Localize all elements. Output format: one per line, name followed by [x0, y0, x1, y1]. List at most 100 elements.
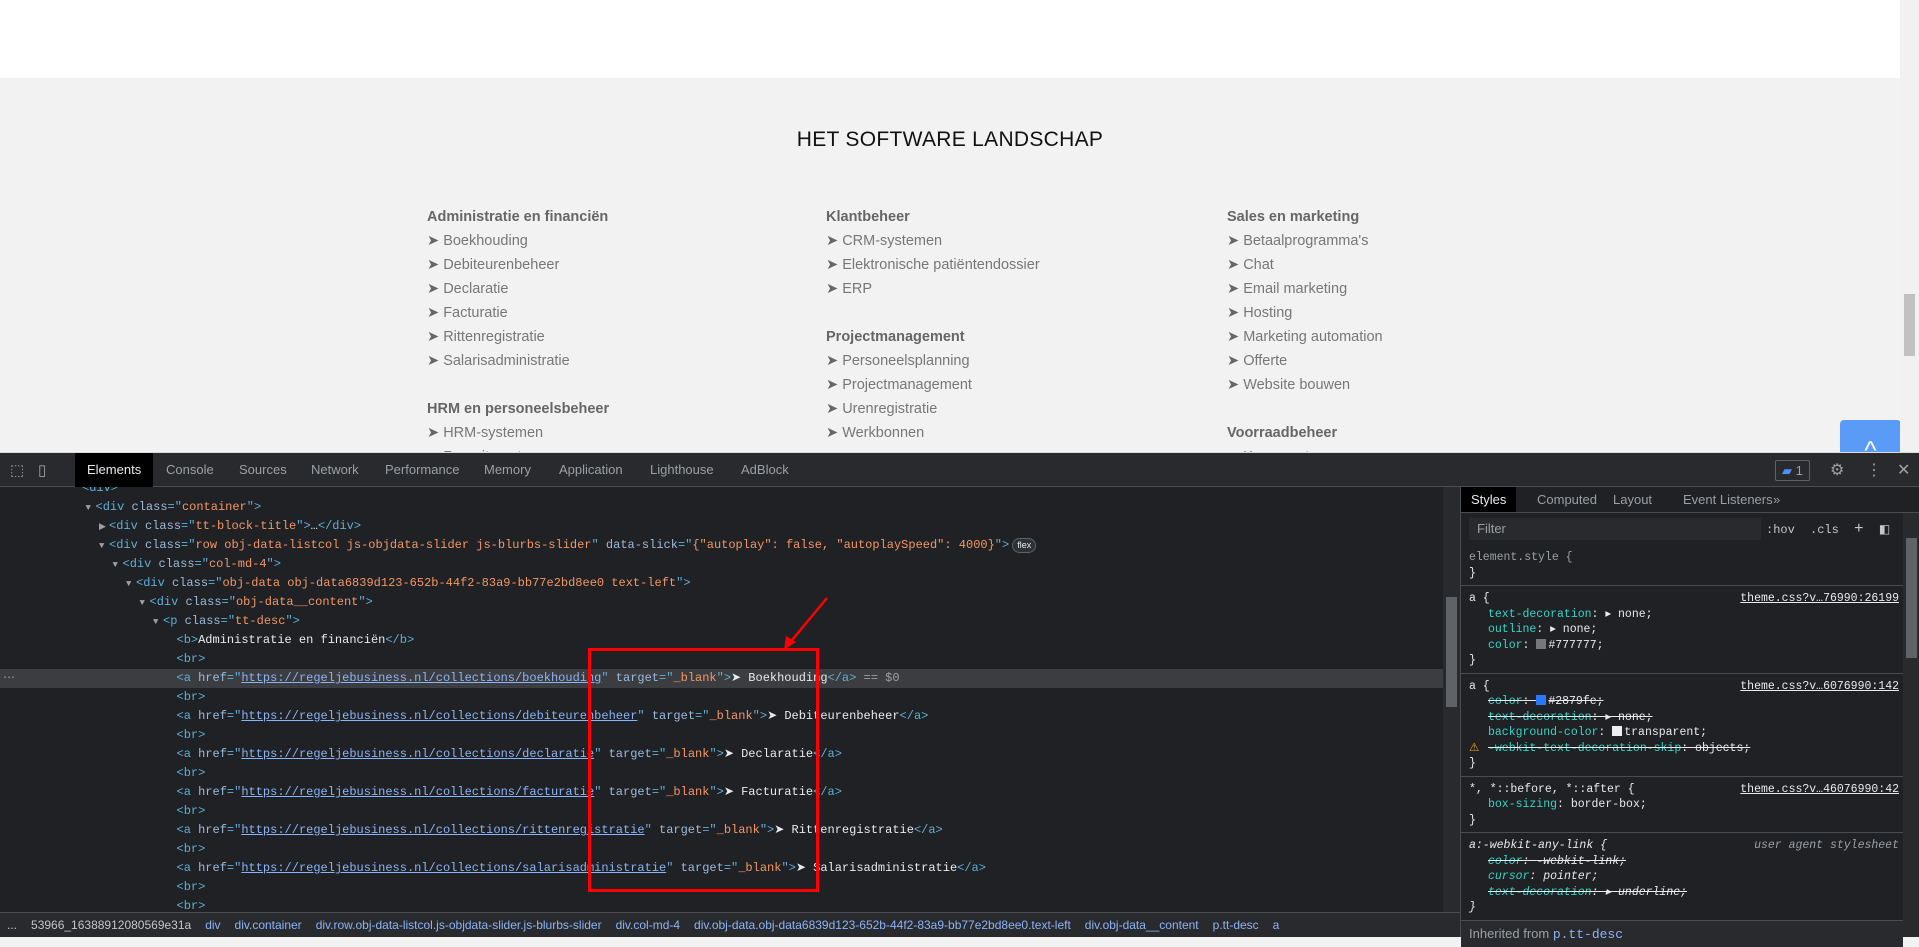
category-link[interactable]: ➤ Declaratie — [427, 277, 807, 301]
styles-tab-0[interactable]: Styles — [1461, 487, 1516, 512]
close-devtools-icon[interactable]: ✕ — [1897, 460, 1910, 481]
breadcrumb-item[interactable]: ... — [7, 918, 17, 932]
dom-href-link[interactable]: https://regeljebusiness.nl/collections/d… — [241, 747, 594, 761]
tab-adblock[interactable]: AdBlock — [729, 453, 801, 487]
dom-href-link[interactable]: https://regeljebusiness.nl/collections/b… — [241, 671, 601, 685]
color-swatch[interactable] — [1536, 639, 1546, 649]
prop-value[interactable]: none; — [1563, 623, 1598, 636]
dom-node-line[interactable]: ▼<div class="row obj-data-listcol js-obj… — [0, 536, 1443, 555]
hov-toggle[interactable]: :hov — [1766, 523, 1795, 537]
inherited-selector[interactable]: p.tt-desc — [1553, 927, 1623, 942]
rule-source-link[interactable]: theme.css?v…76990:26199 — [1740, 591, 1899, 607]
elements-scrollbar-thumb[interactable] — [1446, 597, 1457, 707]
cls-toggle[interactable]: .cls — [1810, 523, 1839, 537]
prop-value[interactable]: none; — [1618, 608, 1653, 621]
category-link[interactable]: ➤ Rittenregistratie — [427, 325, 807, 349]
page-scrollbar[interactable] — [1900, 0, 1919, 452]
breadcrumb-item[interactable]: a — [1273, 918, 1280, 932]
rule-source-link[interactable]: theme.css?v…46076990:42 — [1740, 782, 1899, 798]
dom-href-link[interactable]: https://regeljebusiness.nl/collections/f… — [241, 785, 594, 799]
dom-node-line[interactable]: ▶<div class="tt-block-title">…</div> — [0, 517, 1443, 536]
expand-toggle-icon[interactable]: ▼ — [153, 613, 163, 632]
category-link[interactable]: ➤ Offerte — [1227, 349, 1607, 373]
dom-node-line[interactable]: <br> — [0, 897, 1443, 912]
dom-href-link[interactable]: https://regeljebusiness.nl/collections/d… — [241, 709, 637, 723]
breadcrumb-item[interactable]: div.col-md-4 — [616, 918, 680, 932]
settings-gear-icon[interactable]: ⚙ — [1830, 460, 1844, 481]
styles-tab-1[interactable]: Computed — [1527, 487, 1607, 512]
prop-name[interactable]: text-decoration — [1488, 711, 1592, 724]
breadcrumb-item[interactable]: div.container — [235, 918, 302, 932]
dom-node-line[interactable]: ▼<div class="col-md-4"> — [0, 555, 1443, 574]
tab-memory[interactable]: Memory — [472, 453, 543, 487]
expand-toggle-icon[interactable]: ▼ — [86, 499, 96, 518]
category-link[interactable]: ➤ Marketing automation — [1227, 325, 1607, 349]
tab-lighthouse[interactable]: Lighthouse — [638, 453, 726, 487]
color-swatch[interactable] — [1536, 695, 1546, 705]
dom-node-line[interactable]: ▼<div class="obj-data obj-data6839d123-6… — [0, 574, 1443, 593]
category-link[interactable]: ➤ Kassasystemen — [1227, 445, 1607, 452]
category-link[interactable]: ➤ Urenregistratie — [826, 397, 1206, 421]
device-toolbar-icon[interactable]: ▯ — [38, 461, 46, 479]
tab-network[interactable]: Network — [299, 453, 371, 487]
tab-sources[interactable]: Sources — [227, 453, 299, 487]
category-link[interactable]: ➤ Salarisadministratie — [427, 349, 807, 373]
category-link[interactable]: ➤ Werkbonnen — [826, 421, 1206, 445]
prop-value[interactable]: border-box; — [1571, 798, 1647, 811]
category-link[interactable]: ➤ Projectmanagement — [826, 373, 1206, 397]
more-actions-icon[interactable]: ⋯ — [3, 669, 15, 688]
category-link[interactable]: ➤ Recruitment — [427, 445, 807, 452]
prop-value[interactable]: #2879fe; — [1548, 695, 1603, 708]
expand-toggle-icon[interactable]: ▼ — [126, 575, 136, 594]
category-link[interactable]: ➤ Debiteurenbeheer — [427, 253, 807, 277]
category-link[interactable]: ➤ Elektronische patiëntendossier — [826, 253, 1206, 277]
dom-node-line[interactable]: <div> — [0, 487, 1443, 498]
tab-console[interactable]: Console — [154, 453, 226, 487]
prop-name[interactable]: outline — [1488, 623, 1536, 636]
breadcrumb-item[interactable]: div — [205, 918, 220, 932]
dom-node-line[interactable]: ▼<div class="container"> — [0, 498, 1443, 517]
flex-badge[interactable]: flex — [1012, 538, 1036, 553]
more-options-icon[interactable]: ⋮ — [1866, 460, 1882, 481]
expand-toggle-icon[interactable]: ▼ — [140, 594, 150, 613]
breadcrumb-item[interactable]: 53966_16388912080569e31a — [31, 918, 191, 932]
prop-value[interactable]: transparent; — [1624, 726, 1707, 739]
elements-scrollbar[interactable] — [1443, 487, 1460, 912]
breadcrumb-item[interactable]: p.tt-desc — [1213, 918, 1259, 932]
toggle-sidebar-icon[interactable]: ◧ — [1879, 523, 1890, 537]
rule-source-link[interactable]: theme.css?v…6076990:142 — [1740, 679, 1899, 695]
new-style-rule-button[interactable]: + — [1854, 520, 1864, 538]
expand-toggle-icon[interactable]: ▼ — [113, 556, 123, 575]
category-link[interactable]: ➤ CRM-systemen — [826, 229, 1206, 253]
prop-name[interactable]: -webkit-text-decoration-skip — [1488, 742, 1681, 755]
styles-tab-4[interactable]: » — [1763, 487, 1790, 512]
color-swatch[interactable] — [1612, 726, 1622, 736]
styles-tab-2[interactable]: Layout — [1603, 487, 1662, 512]
category-link[interactable]: ➤ Personeelsplanning — [826, 349, 1206, 373]
prop-name[interactable]: color — [1488, 639, 1523, 652]
prop-value[interactable]: none; — [1618, 711, 1653, 724]
category-link[interactable]: ➤ Facturatie — [427, 301, 807, 325]
category-link[interactable]: ➤ Chat — [1227, 253, 1607, 277]
scroll-to-top-button[interactable]: ^ — [1840, 420, 1900, 452]
styles-filter-input[interactable]: Filter — [1469, 518, 1761, 540]
category-link[interactable]: ➤ Boekhouding — [427, 229, 807, 253]
prop-value[interactable]: #777777; — [1548, 639, 1603, 652]
expand-toggle-icon[interactable]: ▼ — [99, 537, 109, 556]
category-link[interactable]: ➤ ERP — [826, 277, 1206, 301]
styles-scrollbar[interactable] — [1903, 513, 1919, 937]
category-link[interactable]: ➤ HRM-systemen — [427, 421, 807, 445]
prop-name[interactable]: color — [1488, 695, 1523, 708]
expand-toggle-icon[interactable]: ▶ — [99, 518, 109, 537]
category-link[interactable]: ➤ Hosting — [1227, 301, 1607, 325]
breadcrumb-item[interactable]: div.obj-data__content — [1085, 918, 1199, 932]
dom-node-line[interactable]: ▼<div class="obj-data__content"> — [0, 593, 1443, 612]
breadcrumb-item[interactable]: div.obj-data.obj-data6839d123-652b-44f2-… — [694, 918, 1071, 932]
breadcrumb-item[interactable]: div.row.obj-data-listcol.js-objdata-slid… — [316, 918, 602, 932]
tab-performance[interactable]: Performance — [373, 453, 471, 487]
prop-name[interactable]: box-sizing — [1488, 798, 1557, 811]
issues-button[interactable]: ▰ 1 — [1775, 460, 1810, 481]
tab-elements[interactable]: Elements — [75, 453, 153, 487]
page-scrollbar-thumb[interactable] — [1904, 294, 1915, 356]
category-link[interactable]: ➤ Betaalprogramma's — [1227, 229, 1607, 253]
